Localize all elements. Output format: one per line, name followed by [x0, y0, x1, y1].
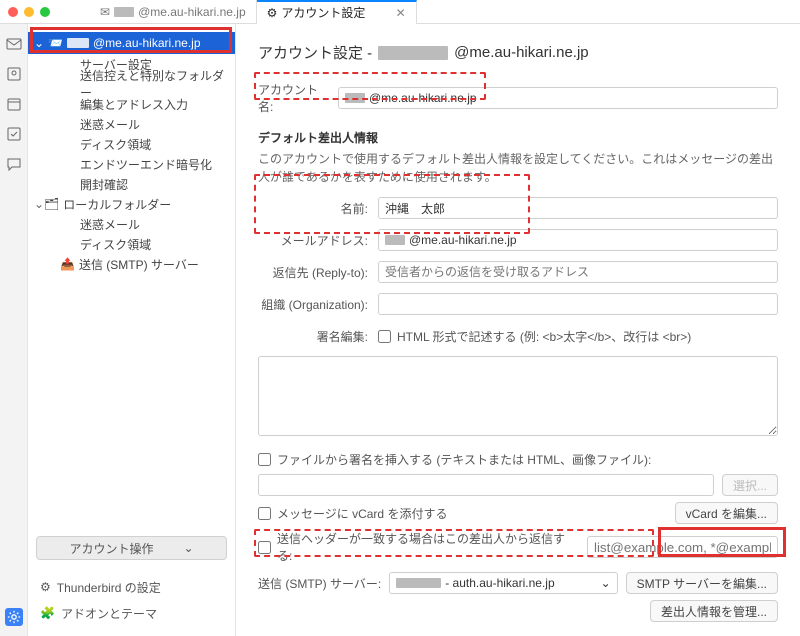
- manage-identities-button[interactable]: 差出人情報を管理...: [650, 600, 778, 622]
- default-sender-title: デフォルト差出人情報: [258, 129, 778, 146]
- settings-icon: ⚙: [267, 6, 278, 20]
- chevron-down-icon: ⌄: [183, 541, 193, 555]
- gear-icon: ⚙: [40, 580, 51, 594]
- tree-account[interactable]: ⌄ 📨 @me.au-hikari.ne.jp: [28, 32, 235, 54]
- tree-copies-folders[interactable]: 送信控えと特別なフォルダー: [28, 74, 235, 94]
- reply-to-label: 返信先 (Reply-to):: [258, 264, 378, 281]
- addons-link[interactable]: 🧩 アドオンとテーマ: [40, 600, 223, 626]
- tree-local-disk[interactable]: ディスク領域: [28, 234, 235, 254]
- mail-icon: ✉: [100, 5, 110, 19]
- page-title: アカウント設定 - @me.au-hikari.ne.jp: [258, 42, 778, 63]
- html-signature-label: HTML 形式で記述する (例: <b>太字</b>、改行は <br>): [397, 328, 691, 345]
- masked-user: [114, 7, 134, 17]
- tab-account-settings[interactable]: ⚙ アカウント設定 ✕: [257, 0, 417, 24]
- account-name-input[interactable]: @me.au-hikari.ne.jp: [338, 87, 778, 109]
- tree-account-label: @me.au-hikari.ne.jp: [93, 36, 201, 50]
- account-actions-label: アカウント操作: [69, 540, 153, 557]
- html-signature-checkbox[interactable]: [378, 330, 391, 343]
- puzzle-icon: 🧩: [40, 606, 55, 620]
- account-name-label: アカウント名:: [258, 81, 338, 115]
- default-sender-desc: このアカウントで使用するデフォルト差出人情報を設定してください。これはメッセージ…: [258, 150, 778, 186]
- window-controls[interactable]: [8, 7, 50, 17]
- signature-label: 署名編集:: [258, 328, 378, 345]
- account-actions-button[interactable]: アカウント操作 ⌄: [36, 536, 227, 560]
- thunderbird-settings-link[interactable]: ⚙ Thunderbird の設定: [40, 574, 223, 600]
- smtp-server-select[interactable]: - auth.au-hikari.ne.jp ⌄: [389, 572, 617, 594]
- file-signature-label: ファイルから署名を挿入する (テキストまたは HTML、画像ファイル):: [277, 451, 651, 468]
- reply-header-input[interactable]: [587, 536, 778, 558]
- tree-local-folders[interactable]: ⌄ 🗂 ローカルフォルダー: [28, 194, 235, 214]
- outgoing-icon: 📤: [60, 257, 75, 271]
- tree-local-junk[interactable]: 迷惑メール: [28, 214, 235, 234]
- smtp-label: 送信 (SMTP) サーバー:: [258, 575, 381, 592]
- tree-smtp[interactable]: 📤 送信 (SMTP) サーバー: [28, 254, 235, 274]
- name-input[interactable]: [378, 197, 778, 219]
- calendar-rail-icon[interactable]: [6, 96, 22, 112]
- settings-rail-icon[interactable]: [5, 608, 23, 626]
- reply-to-input[interactable]: [378, 261, 778, 283]
- tree-junk[interactable]: 迷惑メール: [28, 114, 235, 134]
- organization-label: 組織 (Organization):: [258, 296, 378, 313]
- minimize-window-icon[interactable]: [24, 7, 34, 17]
- name-label: 名前:: [258, 200, 378, 217]
- tab-account-settings-label: アカウント設定: [281, 4, 365, 21]
- edit-smtp-button[interactable]: SMTP サーバーを編集...: [626, 572, 778, 594]
- tree-receipts[interactable]: 開封確認: [28, 174, 235, 194]
- tree-e2e[interactable]: エンドツーエンド暗号化: [28, 154, 235, 174]
- folder-icon: 🗂: [44, 197, 59, 211]
- tab-mailbox-label: @me.au-hikari.ne.jp: [138, 5, 246, 19]
- vcard-label: メッセージに vCard を添付する: [277, 505, 447, 522]
- masked-user: [378, 46, 448, 60]
- chevron-down-icon: ⌄: [34, 36, 44, 50]
- chat-rail-icon[interactable]: [6, 156, 22, 172]
- tree-disk-space[interactable]: ディスク領域: [28, 134, 235, 154]
- masked-user: [67, 38, 89, 48]
- choose-file-button[interactable]: 選択...: [722, 474, 778, 496]
- organization-input[interactable]: [378, 293, 778, 315]
- email-label: メールアドレス:: [258, 232, 378, 249]
- edit-vcard-button[interactable]: vCard を編集...: [675, 502, 778, 524]
- tasks-rail-icon[interactable]: [6, 126, 22, 142]
- chevron-down-icon: ⌄: [34, 197, 44, 211]
- chevron-down-icon: ⌄: [601, 576, 611, 590]
- file-signature-path[interactable]: [258, 474, 714, 496]
- close-tab-icon[interactable]: ✕: [396, 6, 406, 20]
- close-window-icon[interactable]: [8, 7, 18, 17]
- reply-header-checkbox[interactable]: [258, 541, 271, 554]
- tab-mailbox[interactable]: ✉ @me.au-hikari.ne.jp: [90, 0, 257, 24]
- mail-rail-icon[interactable]: [6, 36, 22, 52]
- reply-header-label: 送信ヘッダーが一致する場合はこの差出人から返信する:: [277, 530, 579, 564]
- email-input[interactable]: @me.au-hikari.ne.jp: [378, 229, 778, 251]
- inbox-icon: 📨: [48, 36, 63, 50]
- file-signature-checkbox[interactable]: [258, 453, 271, 466]
- zoom-window-icon[interactable]: [40, 7, 50, 17]
- addressbook-rail-icon[interactable]: [6, 66, 22, 82]
- signature-textarea[interactable]: [258, 356, 778, 436]
- vcard-checkbox[interactable]: [258, 507, 271, 520]
